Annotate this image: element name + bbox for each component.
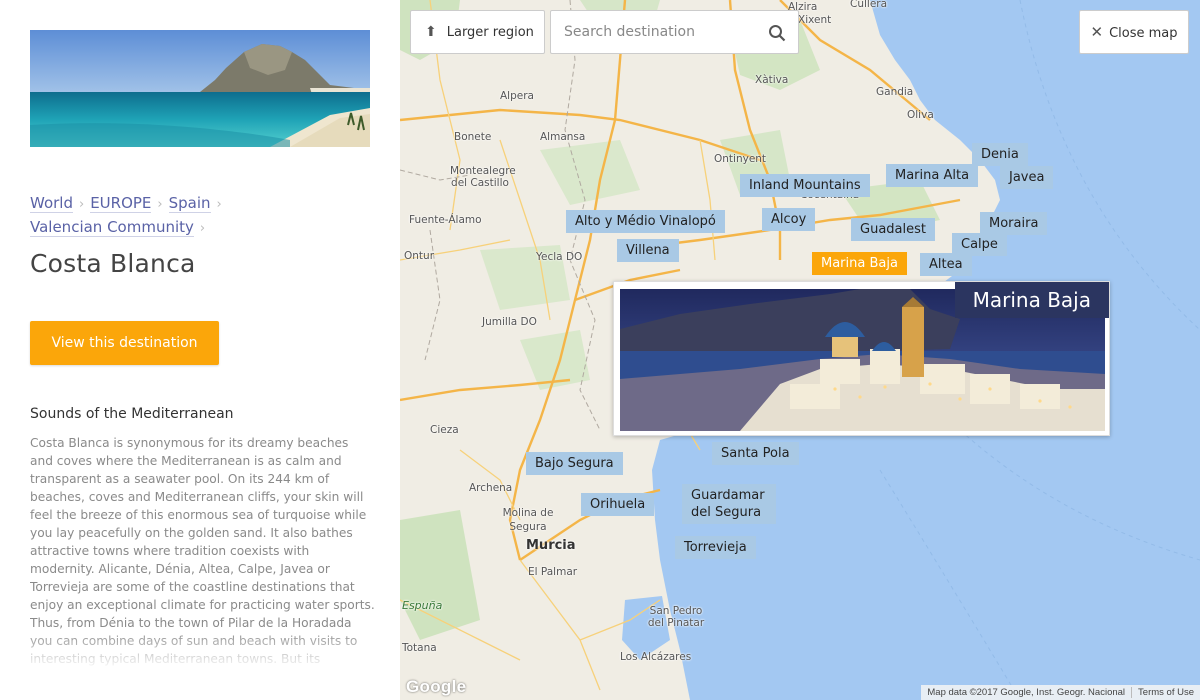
breadcrumb-valencian-community[interactable]: Valencian Community (30, 218, 194, 237)
region-tag-inland-mountains[interactable]: Inland Mountains (740, 174, 870, 197)
region-tag-guardamar-del-segura[interactable]: Guardamar del Segura (682, 484, 776, 524)
map-town-label: Murcia (526, 538, 576, 553)
region-tag-villena[interactable]: Villena (617, 239, 679, 262)
close-icon: ✕ (1090, 23, 1104, 41)
map-town-label: Molina de Segura (502, 507, 554, 533)
region-tag-orihuela[interactable]: Orihuela (581, 493, 655, 516)
arrow-up-icon: ⬆ (425, 24, 437, 40)
region-tag-altea[interactable]: Altea (920, 253, 972, 276)
map-town-label: San Pedro del Pinatar (647, 605, 705, 629)
description-fade (30, 630, 375, 670)
map-town-label: Cullera (850, 0, 888, 10)
map-town-label: Espuña (402, 599, 443, 612)
map-town-label: Alpera (500, 90, 534, 102)
larger-region-label: Larger region (446, 25, 534, 40)
region-tag-torrevieja[interactable]: Torrevieja (675, 536, 756, 559)
region-tag-marina-baja[interactable]: Marina Baja (812, 252, 907, 275)
chevron-right-icon: › (216, 197, 222, 212)
breadcrumb-europe[interactable]: EUROPE (90, 194, 152, 213)
destination-hero-image (30, 30, 370, 147)
map-town-label: El Palmar (528, 566, 578, 578)
search-input[interactable] (551, 11, 761, 53)
breadcrumb: World › EUROPE › Spain › Valencian Community › (30, 192, 380, 240)
region-tag-santa-pola[interactable]: Santa Pola (712, 442, 799, 465)
map-town-label: Cieza (430, 424, 459, 436)
region-tag-marina-alta[interactable]: Marina Alta (886, 164, 979, 187)
region-tag-javea[interactable]: Javea (1000, 166, 1054, 189)
map-town-label: Ontur (404, 250, 435, 262)
map-town-label: Yecla DO (536, 251, 583, 263)
map-town-label: Archena (469, 482, 513, 494)
map-town-label: Ontinyent (714, 153, 767, 165)
popup-title: Marina Baja (954, 282, 1109, 318)
map-town-label: Los Alcázares (620, 651, 692, 663)
map-town-label: Montealegre del Castillo (450, 165, 516, 189)
app: World › EUROPE › Spain › Valencian Community ›… (0, 0, 1200, 700)
map-town-label: Totana (402, 642, 437, 654)
region-tag-guadalest[interactable]: Guadalest (851, 218, 935, 241)
map-town-label: Xixent (798, 14, 832, 26)
chevron-right-icon: › (199, 221, 206, 236)
page-title: Costa Blanca (30, 249, 196, 278)
region-tag-alto-medio-vinalopo[interactable]: Alto y Médio Vinalopó (566, 210, 725, 233)
attribution-text: Map data ©2017 Google, Inst. Geogr. Naci… (927, 687, 1126, 698)
map-town-label: Oliva (907, 109, 934, 121)
chevron-right-icon: › (79, 197, 85, 212)
map-town-label: Xàtiva (755, 74, 789, 86)
region-tag-bajo-segura[interactable]: Bajo Segura (526, 452, 623, 475)
region-tag-moraira[interactable]: Moraira (980, 212, 1048, 235)
map[interactable]: Alzira Xixent Cullera Alpera Xàtiva Gand… (400, 0, 1200, 700)
description: Costa Blanca is synonymous for its dream… (30, 434, 375, 670)
chevron-right-icon: › (157, 197, 163, 212)
map-town-label: Almansa (540, 131, 586, 143)
section-heading: Sounds of the Mediterranean (30, 406, 234, 422)
breadcrumb-world[interactable]: World (30, 194, 73, 213)
close-map-label: Close map (1109, 26, 1178, 41)
destination-popup[interactable]: Marina Baja (613, 281, 1110, 436)
region-tag-denia[interactable]: Denia (972, 143, 1028, 166)
map-town-label: Gandia (876, 86, 914, 98)
larger-region-button[interactable]: ⬆ Larger region (410, 10, 545, 54)
search-icon[interactable] (768, 24, 786, 42)
map-attribution: Map data ©2017 Google, Inst. Geogr. Naci… (921, 685, 1200, 700)
view-destination-button[interactable]: View this destination (30, 321, 219, 365)
map-town-label: Fuente-Álamo (409, 214, 482, 226)
map-town-label: Jumilla DO (482, 316, 537, 328)
google-logo: Google (406, 677, 467, 696)
map-town-label: Bonete (454, 131, 492, 143)
search-box (550, 10, 799, 54)
terms-of-use-link[interactable]: Terms of Use (1131, 687, 1194, 698)
breadcrumb-spain[interactable]: Spain (168, 194, 211, 213)
sidebar: World › EUROPE › Spain › Valencian Community ›… (0, 0, 400, 700)
region-tag-alcoy[interactable]: Alcoy (762, 208, 816, 231)
close-map-button[interactable]: ✕ Close map (1079, 10, 1189, 54)
